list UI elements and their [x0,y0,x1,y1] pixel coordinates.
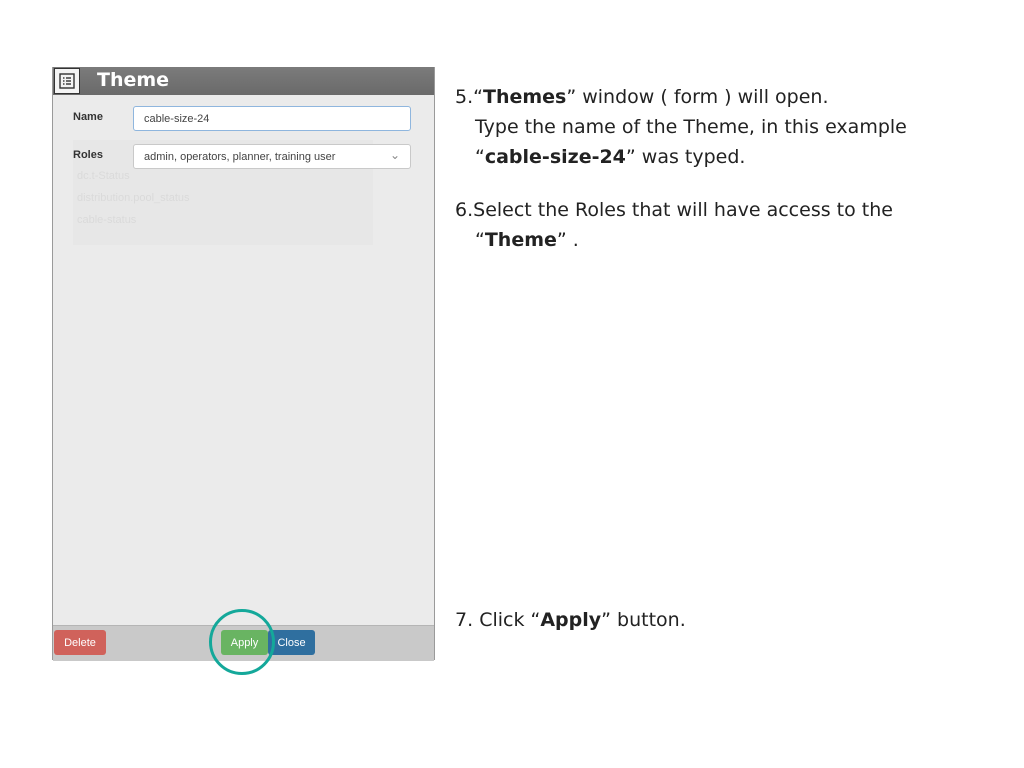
delete-button[interactable]: Delete [54,630,106,655]
chevron-down-icon: ⌄ [389,147,400,162]
name-input[interactable] [133,106,411,131]
close-button[interactable]: Close [268,630,315,655]
roles-selected-value: admin, operators, planner, training user [144,150,336,163]
roles-select[interactable]: admin, operators, planner, training user… [133,144,411,169]
window-title: Theme [97,69,170,91]
roles-label: Roles [73,149,103,161]
theme-window: Theme dc.t-Status distribution.pool_stat… [52,67,435,661]
list-icon [54,68,80,94]
instruction-step-7: 7. Click “Apply” button. [455,609,686,631]
faded-list-item: distribution.pool_status [77,192,190,204]
window-titlebar: Theme [53,67,434,95]
faded-list-item: cable-status [77,214,137,226]
apply-button[interactable]: Apply [221,630,268,655]
instruction-step-5: 5.“Themes” window ( form ) will open. Ty… [455,86,907,168]
window-footer: Delete Apply Close [53,625,434,661]
name-label: Name [73,111,103,123]
faded-list-item: dc.t-Status [77,170,130,182]
instruction-step-6: 6.Select the Roles that will have access… [455,199,893,251]
